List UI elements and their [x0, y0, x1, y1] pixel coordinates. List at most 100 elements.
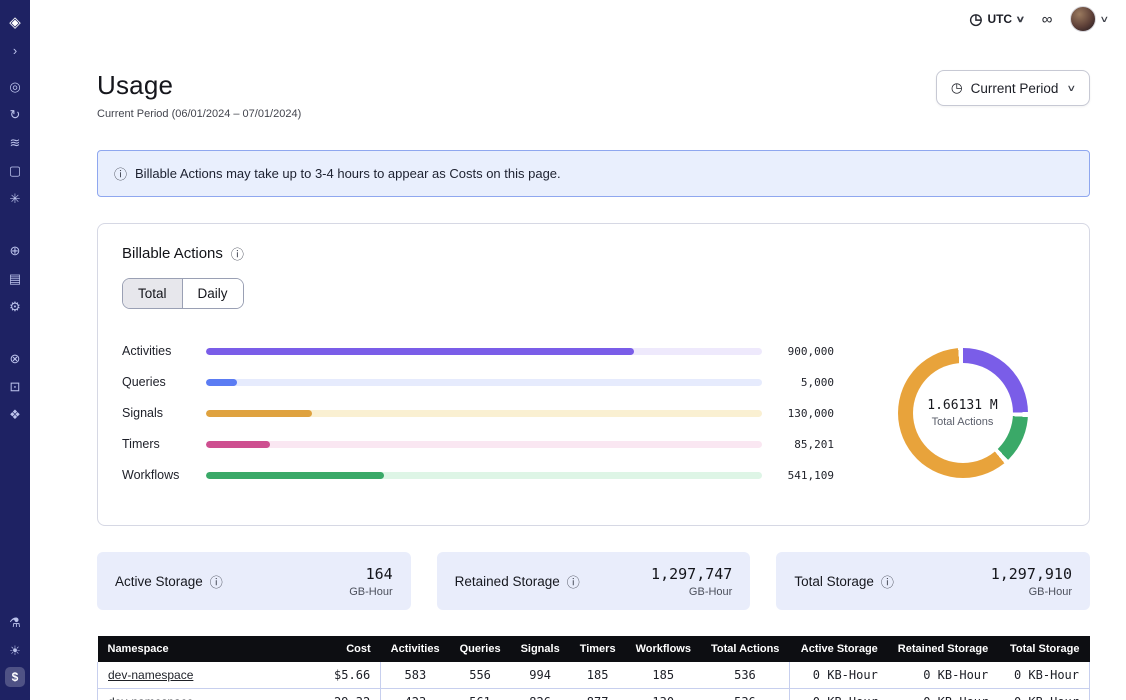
info-icon[interactable]: ⓘ: [567, 572, 580, 591]
retained-storage-cell: 0 KB-Hour: [888, 662, 998, 689]
signals-cell: 994: [511, 662, 570, 689]
bar-track: [206, 348, 762, 355]
total-storage-cell: 0 KB-Hour: [998, 689, 1089, 700]
col-header-retained-storage: Retained Storage: [888, 636, 998, 662]
billable-actions-tabs: Total Daily: [122, 278, 244, 309]
nexus-icon[interactable]: ✳: [4, 187, 26, 209]
bar-fill: [206, 441, 270, 448]
total-actions-cell: 536: [701, 689, 789, 700]
namespaces-icon[interactable]: ≋: [4, 131, 26, 153]
support-icon[interactable]: ⊗: [4, 347, 26, 369]
signals-cell: 826: [511, 689, 570, 700]
temporal-logo-icon[interactable]: ◈: [4, 11, 26, 33]
info-icon[interactable]: ⓘ: [210, 572, 223, 591]
col-header-cost: Cost: [301, 636, 381, 662]
donut-chart-wrap: 1.66131 M Total Actions: [860, 348, 1065, 478]
col-header-workflows: Workflows: [626, 636, 701, 662]
bar-track: [206, 379, 762, 386]
page-title: Usage: [97, 70, 301, 101]
bar-label: Signals: [122, 406, 206, 420]
total-storage-cell: 0 KB-Hour: [998, 662, 1089, 689]
col-header-namespace: Namespace: [98, 636, 301, 662]
col-header-signals: Signals: [511, 636, 570, 662]
bar-label: Activities: [122, 344, 206, 358]
bar-fill: [206, 410, 312, 417]
bar-track: [206, 472, 762, 479]
total-actions-cell: 536: [701, 662, 789, 689]
tab-daily[interactable]: Daily: [182, 279, 243, 308]
col-header-active-storage: Active Storage: [789, 636, 887, 662]
table-row: dev-namespace $5.66 583 556 994 185 185 …: [98, 662, 1090, 689]
info-icon[interactable]: ⓘ: [231, 244, 244, 263]
page-header: Usage Current Period (06/01/2024 – 07/01…: [97, 70, 1090, 120]
schedules-icon[interactable]: ↻: [4, 103, 26, 125]
tab-total[interactable]: Total: [123, 279, 182, 308]
active-storage-cell: 0 KB-Hour: [789, 662, 887, 689]
table-header-row: Namespace Cost Activities Queries Signal…: [98, 636, 1090, 662]
col-header-total-actions: Total Actions: [701, 636, 789, 662]
bar-label: Timers: [122, 437, 206, 451]
regions-icon[interactable]: ⊕: [4, 239, 26, 261]
timezone-selector[interactable]: ◷ UTC ∨: [969, 10, 1023, 28]
sidebar: ◈ › ◎ ↻ ≋ ▢ ✳ ⊕ ▤ ⚙ ⊗ ⊡ ❖ ⚗ ☀ $: [0, 0, 30, 700]
queries-cell: 556: [450, 662, 511, 689]
timezone-label: UTC: [987, 12, 1012, 26]
col-header-queries: Queries: [450, 636, 511, 662]
queries-cell: 561: [450, 689, 511, 700]
storage-summary: Active Storage ⓘ 164 GB-Hour Retained St…: [97, 552, 1090, 610]
workflows-icon[interactable]: ◎: [4, 75, 26, 97]
billable-actions-title: Billable Actions: [122, 245, 223, 262]
bar-track: [206, 410, 762, 417]
bar-value: 541,109: [762, 469, 834, 482]
col-header-total-storage: Total Storage: [998, 636, 1089, 662]
namespace-link[interactable]: dev-namespace: [108, 668, 193, 682]
col-header-activities: Activities: [381, 636, 450, 662]
theme-sun-icon[interactable]: ☀: [4, 639, 26, 661]
current-period-subtitle: Current Period (06/01/2024 – 07/01/2024): [97, 108, 301, 120]
period-button-label: Current Period: [971, 81, 1059, 96]
chevron-down-icon: ∨: [1015, 14, 1025, 25]
settings-gear-icon[interactable]: ⚙: [4, 295, 26, 317]
labs-flask-icon[interactable]: ⚗: [4, 611, 26, 633]
col-header-timers: Timers: [570, 636, 626, 662]
billing-icon[interactable]: ▤: [4, 267, 26, 289]
billable-actions-card: Billable Actions ⓘ Total Daily Activitie…: [97, 223, 1090, 526]
info-icon[interactable]: ⓘ: [881, 572, 894, 591]
account-menu[interactable]: ∨: [1070, 6, 1108, 32]
total-actions-value: 1.66131 M: [927, 398, 997, 413]
bar-value: 900,000: [762, 345, 834, 358]
expand-sidebar-icon[interactable]: ›: [4, 39, 26, 61]
retained-storage-value: 1,297,747: [651, 565, 732, 583]
getting-started-icon[interactable]: ❖: [4, 403, 26, 425]
retained-storage-card: Retained Storage ⓘ 1,297,747 GB-Hour: [437, 552, 751, 610]
bar-fill: [206, 348, 634, 355]
glasses-icon[interactable]: ∞: [1042, 11, 1053, 28]
info-banner-text: Billable Actions may take up to 3-4 hour…: [135, 166, 561, 181]
chevron-down-icon: ∨: [1067, 83, 1077, 94]
retained-storage-cell: 0 KB-Hour: [888, 689, 998, 700]
avatar: [1070, 6, 1096, 32]
active-storage-unit: GB-Hour: [349, 586, 392, 598]
donut-center: 1.66131 M Total Actions: [898, 348, 1028, 478]
workflows-cell: 130: [626, 689, 701, 700]
usage-dollar-icon[interactable]: $: [5, 667, 25, 687]
bar-row: Activities 900,000: [122, 344, 834, 358]
bar-row: Workflows 541,109: [122, 468, 834, 482]
deployments-icon[interactable]: ▢: [4, 159, 26, 181]
clock-icon: ◷: [969, 10, 982, 28]
bar-label: Queries: [122, 375, 206, 389]
stopwatch-icon: ◷: [951, 80, 963, 96]
retained-storage-label: Retained Storage: [455, 574, 560, 589]
cost-cell: $5.66: [301, 662, 381, 689]
billable-actions-chart: Activities 900,000 Queries 5,000 Signals…: [122, 327, 1065, 499]
timers-cell: 185: [570, 662, 626, 689]
topbar: ◷ UTC ∨ ∞ ∨: [30, 0, 1126, 38]
active-storage-label: Active Storage: [115, 574, 203, 589]
bar-chart: Activities 900,000 Queries 5,000 Signals…: [122, 327, 834, 499]
period-selector-button[interactable]: ◷ Current Period ∨: [936, 70, 1090, 106]
cost-cell: 29.32: [301, 689, 381, 700]
activities-cell: 583: [381, 662, 450, 689]
docs-icon[interactable]: ⊡: [4, 375, 26, 397]
namespace-link[interactable]: dev-namespace: [108, 695, 193, 700]
bar-track: [206, 441, 762, 448]
